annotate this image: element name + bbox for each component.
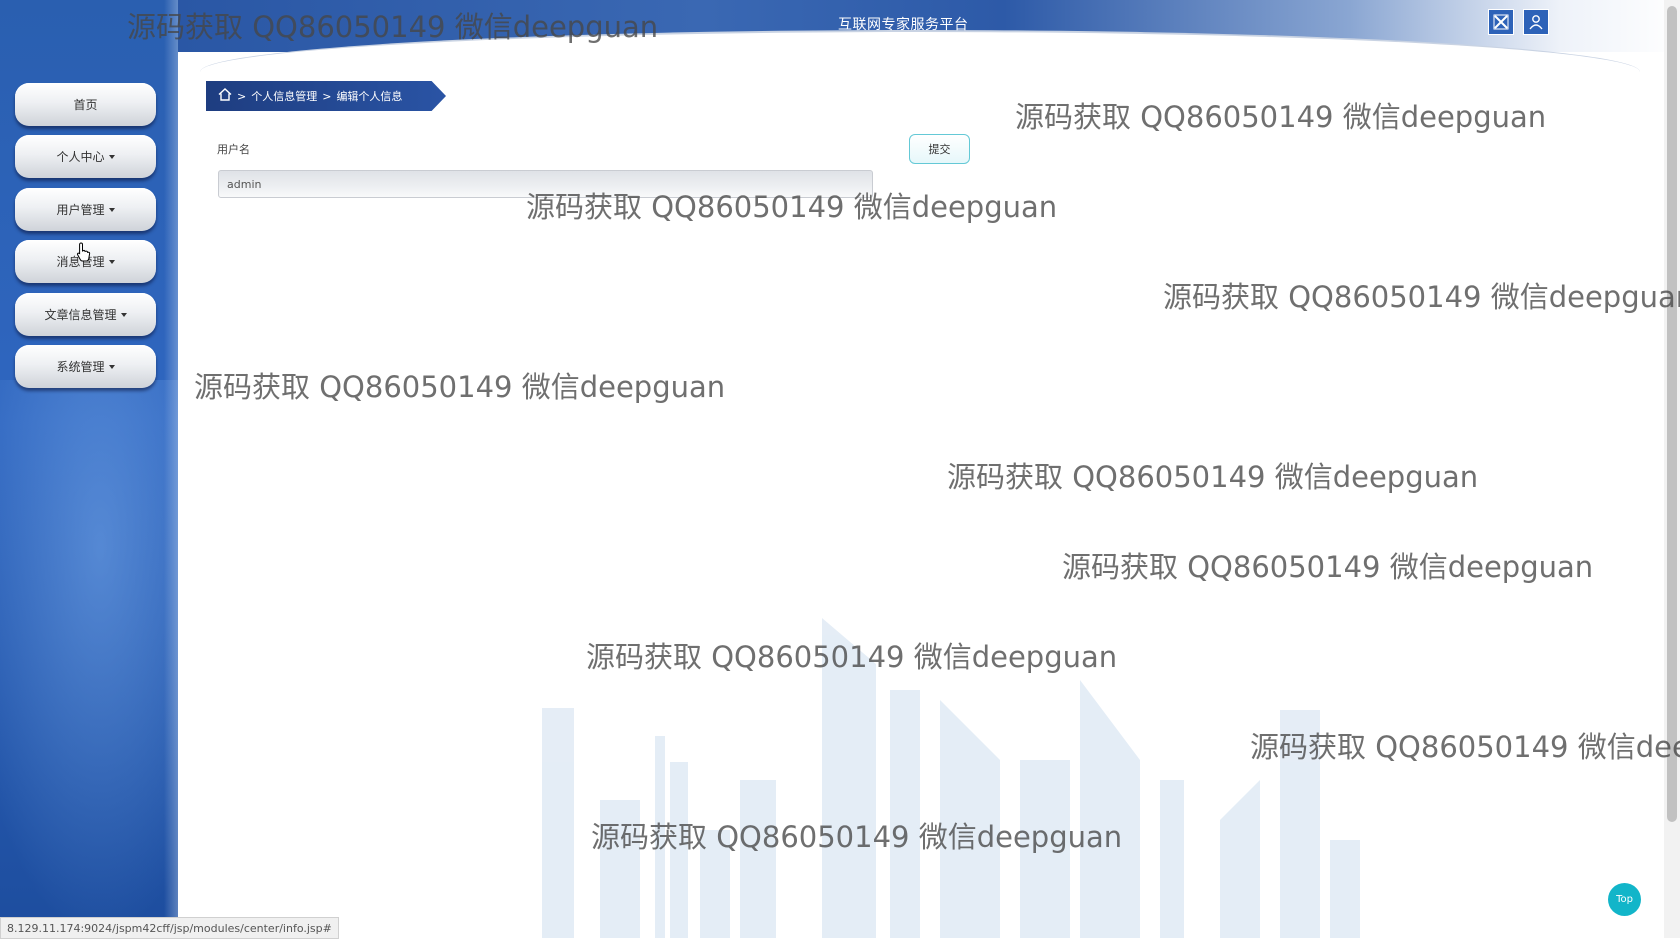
sidebar-item-home[interactable]: 首页: [15, 83, 156, 126]
caret-down-icon: [108, 207, 115, 212]
user-icon[interactable]: [1523, 9, 1549, 35]
watermark-text: 源码获取 QQ86050149 微信deepguan: [1163, 280, 1680, 314]
sidebar-item-label: 首页: [73, 98, 98, 112]
sidebar: 首页 个人中心 用户管理 消息管理 文章信息管理 系统管理: [0, 0, 178, 938]
watermark-text: 源码获取 QQ86050149 微信deepguan: [947, 460, 1479, 494]
hand-cursor-icon: [76, 242, 91, 262]
breadcrumb-level2: 编辑个人信息: [336, 90, 403, 103]
watermark-text: 源码获取 QQ86050149 微信deepguan: [591, 820, 1123, 854]
submit-button[interactable]: 提交: [909, 134, 970, 164]
watermark-text: 源码获取 QQ86050149 微信deepguan: [526, 190, 1058, 224]
sidebar-item-label: 用户管理: [56, 203, 105, 217]
scrollbar-thumb[interactable]: [1667, 6, 1677, 822]
sidebar-item-article-management[interactable]: 文章信息管理: [15, 293, 156, 336]
site-title: 互联网专家服务平台: [838, 17, 969, 33]
watermark-text: 源码获取 QQ86050149 微信deepguan: [1062, 550, 1594, 584]
breadcrumb-separator: >: [237, 89, 247, 103]
caret-down-icon: [120, 312, 127, 317]
status-bar-url: 8.129.11.174:9024/jspm42cff/jsp/modules/…: [0, 917, 339, 939]
caret-down-icon: [108, 364, 115, 369]
caret-down-icon: [108, 259, 115, 264]
watermark-text: 源码获取 QQ86050149 微信deepguan: [1250, 730, 1680, 764]
sidebar-item-personal-center[interactable]: 个人中心: [15, 135, 156, 178]
sidebar-item-label: 文章信息管理: [44, 308, 117, 322]
username-label: 用户名: [217, 143, 250, 156]
page-scrollbar[interactable]: [1664, 0, 1680, 938]
home-icon[interactable]: [218, 88, 232, 104]
caret-down-icon: [108, 154, 115, 159]
breadcrumb-level1[interactable]: 个人信息管理: [251, 88, 317, 104]
sidebar-item-label: 个人中心: [56, 150, 105, 164]
breadcrumb-separator: >: [322, 89, 332, 103]
back-to-top-button[interactable]: Top: [1608, 883, 1641, 916]
sidebar-item-label: 系统管理: [56, 360, 105, 374]
fullscreen-icon[interactable]: [1488, 9, 1514, 35]
watermark-text: 源码获取 QQ86050149 微信deepguan: [127, 10, 659, 44]
sidebar-glow: [0, 380, 178, 938]
watermark-text: 源码获取 QQ86050149 微信deepguan: [1015, 100, 1547, 134]
sidebar-item-system-management[interactable]: 系统管理: [15, 345, 156, 388]
watermark-text: 源码获取 QQ86050149 微信deepguan: [194, 370, 726, 404]
breadcrumb: > 个人信息管理 > 编辑个人信息: [206, 81, 446, 111]
watermark-text: 源码获取 QQ86050149 微信deepguan: [586, 640, 1118, 674]
sidebar-item-user-management[interactable]: 用户管理: [15, 188, 156, 231]
